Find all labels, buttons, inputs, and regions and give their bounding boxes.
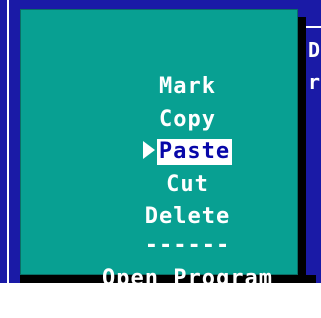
background-text-2: r <box>308 70 321 94</box>
context-menu: Mark Copy Paste Cut Delete ------ Open P… <box>20 9 298 291</box>
window-border-left <box>7 0 9 283</box>
window-border-top <box>304 26 321 28</box>
menu-shadow <box>298 17 306 283</box>
menu-item-open-program[interactable]: Open Program <box>21 240 297 318</box>
background-text-1: D <box>308 38 321 62</box>
menu-item-label: Open Program <box>102 266 273 291</box>
